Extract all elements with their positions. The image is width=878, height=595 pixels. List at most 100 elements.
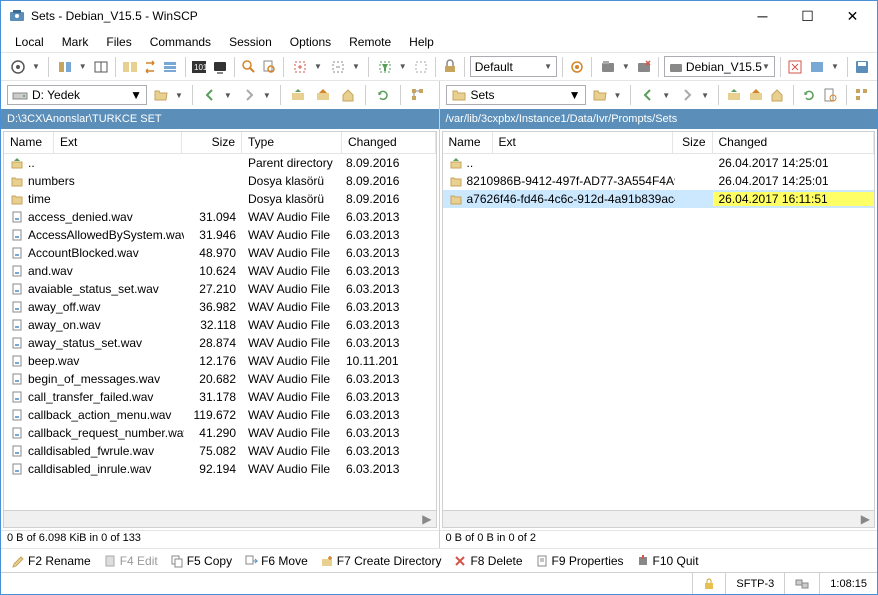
select-button[interactable] <box>289 56 311 78</box>
local-tree-button[interactable] <box>407 84 429 106</box>
list-item[interactable]: calldisabled_fwrule.wav75.082WAV Audio F… <box>4 442 436 460</box>
disconnect-button[interactable] <box>786 56 804 78</box>
find-files-button[interactable] <box>260 56 278 78</box>
close-button[interactable]: ✕ <box>830 2 875 30</box>
folder-icon <box>10 192 24 206</box>
list-item[interactable]: access_denied.wav31.094WAV Audio File6.0… <box>4 208 436 226</box>
queue-button[interactable] <box>161 56 179 78</box>
sync-browse-button[interactable] <box>141 56 159 78</box>
remote-hscroll[interactable]: ▶ <box>443 510 875 527</box>
close-session-button[interactable] <box>635 56 653 78</box>
filter-button[interactable] <box>374 56 396 78</box>
session-tabs-button[interactable] <box>597 56 619 78</box>
menu-files[interactable]: Files <box>98 33 139 51</box>
menu-local[interactable]: Local <box>7 33 52 51</box>
list-item[interactable]: ..26.04.2017 14:25:01 <box>443 154 875 172</box>
op-properties[interactable]: F9 Properties <box>531 553 628 569</box>
maximize-button[interactable]: ☐ <box>785 2 830 30</box>
list-item[interactable]: avaiable_status_set.wav27.210WAV Audio F… <box>4 280 436 298</box>
menu-mark[interactable]: Mark <box>54 33 97 51</box>
unselect-button[interactable] <box>327 56 349 78</box>
op-move[interactable]: F6 Move <box>240 553 312 569</box>
transfer-config-button[interactable] <box>568 56 586 78</box>
list-item[interactable]: away_on.wav32.118WAV Audio File6.03.2013 <box>4 316 436 334</box>
menu-remote[interactable]: Remote <box>341 33 399 51</box>
local-open-button[interactable] <box>150 84 172 106</box>
save-workspace-button[interactable] <box>853 56 871 78</box>
col-size[interactable]: Size <box>673 132 713 153</box>
list-item[interactable]: AccountBlocked.wav48.970WAV Audio File6.… <box>4 244 436 262</box>
console-button[interactable]: 101 <box>190 56 208 78</box>
menu-help[interactable]: Help <box>401 33 442 51</box>
find-button[interactable] <box>240 56 258 78</box>
col-ext[interactable]: Ext <box>493 132 673 153</box>
local-home-button[interactable] <box>337 84 359 106</box>
local-file-list[interactable]: ..Parent directory8.09.2016numbersDosya … <box>4 154 436 510</box>
remote-tree-button[interactable] <box>852 84 871 106</box>
list-item[interactable]: calldisabled_inrule.wav92.194WAV Audio F… <box>4 460 436 478</box>
col-changed[interactable]: Changed <box>342 132 436 153</box>
list-item[interactable]: timeDosya klasörü8.09.2016 <box>4 190 436 208</box>
preferences-button[interactable] <box>441 56 459 78</box>
new-session-button[interactable] <box>7 56 29 78</box>
minimize-button[interactable]: ─ <box>740 2 785 30</box>
local-refresh-button[interactable] <box>372 84 394 106</box>
remote-refresh-button[interactable] <box>799 84 818 106</box>
workspace-button[interactable] <box>806 56 828 78</box>
remote-home-button[interactable] <box>768 84 787 106</box>
op-quit[interactable]: F10 Quit <box>632 553 703 569</box>
list-item[interactable]: ..Parent directory8.09.2016 <box>4 154 436 172</box>
transfer-settings-combo[interactable]: Default▼ <box>470 56 557 77</box>
remote-forward-button[interactable] <box>676 84 698 106</box>
list-item[interactable]: callback_action_menu.wav119.672WAV Audio… <box>4 406 436 424</box>
remote-root-button[interactable] <box>746 84 765 106</box>
commander-button[interactable] <box>121 56 139 78</box>
list-item[interactable]: away_status_set.wav28.874WAV Audio File6… <box>4 334 436 352</box>
compare-button[interactable] <box>92 56 110 78</box>
local-parent-button[interactable] <box>287 84 309 106</box>
col-type[interactable]: Type <box>242 132 342 153</box>
list-item[interactable]: away_off.wav36.982WAV Audio File6.03.201… <box>4 298 436 316</box>
list-item[interactable]: callback_request_number.wav41.290WAV Aud… <box>4 424 436 442</box>
op-delete[interactable]: F8 Delete <box>449 553 526 569</box>
list-item[interactable]: a7626f46-fd46-4c6c-912d-4a91b839ac4926.0… <box>443 190 875 208</box>
col-name[interactable]: Name <box>4 132 54 153</box>
local-forward-button[interactable] <box>238 84 260 106</box>
clear-filter-button[interactable] <box>412 56 430 78</box>
sync-button[interactable] <box>54 56 76 78</box>
list-item[interactable]: 8210986B-9412-497f-AD77-3A554F4A9BDB26.0… <box>443 172 875 190</box>
col-name[interactable]: Name <box>443 132 493 153</box>
op-rename[interactable]: F2 Rename <box>7 553 95 569</box>
remote-parent-button[interactable] <box>725 84 744 106</box>
menu-session[interactable]: Session <box>221 33 280 51</box>
menu-options[interactable]: Options <box>282 33 339 51</box>
session-combo[interactable]: Debian_V15.5▼ <box>664 56 775 77</box>
list-item[interactable]: begin_of_messages.wav20.682WAV Audio Fil… <box>4 370 436 388</box>
wav-icon <box>10 426 24 440</box>
op-copy[interactable]: F5 Copy <box>166 553 236 569</box>
local-path[interactable]: D:\3CX\Anonslar\TURKCE SET <box>1 109 439 129</box>
col-changed[interactable]: Changed <box>713 132 875 153</box>
local-hscroll[interactable]: ▶ <box>4 510 436 527</box>
list-item[interactable]: beep.wav12.176WAV Audio File10.11.201 <box>4 352 436 370</box>
local-drive-combo[interactable]: D: Yedek ▼ <box>7 85 147 105</box>
list-item[interactable]: numbersDosya klasörü8.09.2016 <box>4 172 436 190</box>
op-mkdir[interactable]: F7 Create Directory <box>316 553 446 569</box>
local-back-button[interactable] <box>199 84 221 106</box>
list-item[interactable]: AccessAllowedBySystem.wav31.946WAV Audio… <box>4 226 436 244</box>
col-ext[interactable]: Ext <box>54 132 182 153</box>
putty-button[interactable] <box>211 56 229 78</box>
remote-bookmark-button[interactable] <box>821 84 840 106</box>
app-icon <box>9 8 25 24</box>
remote-path[interactable]: /var/lib/3cxpbx/Instance1/Data/Ivr/Promp… <box>440 109 878 129</box>
remote-file-list[interactable]: ..26.04.2017 14:25:018210986B-9412-497f-… <box>443 154 875 510</box>
remote-open-button[interactable] <box>589 84 611 106</box>
list-item[interactable]: call_transfer_failed.wav31.178WAV Audio … <box>4 388 436 406</box>
remote-columns: Name Ext Size Changed <box>443 132 875 154</box>
col-size[interactable]: Size <box>182 132 242 153</box>
menu-commands[interactable]: Commands <box>142 33 219 51</box>
remote-back-button[interactable] <box>637 84 659 106</box>
remote-drive-combo[interactable]: Sets ▼ <box>446 85 586 105</box>
local-root-button[interactable] <box>312 84 334 106</box>
list-item[interactable]: and.wav10.624WAV Audio File6.03.2013 <box>4 262 436 280</box>
